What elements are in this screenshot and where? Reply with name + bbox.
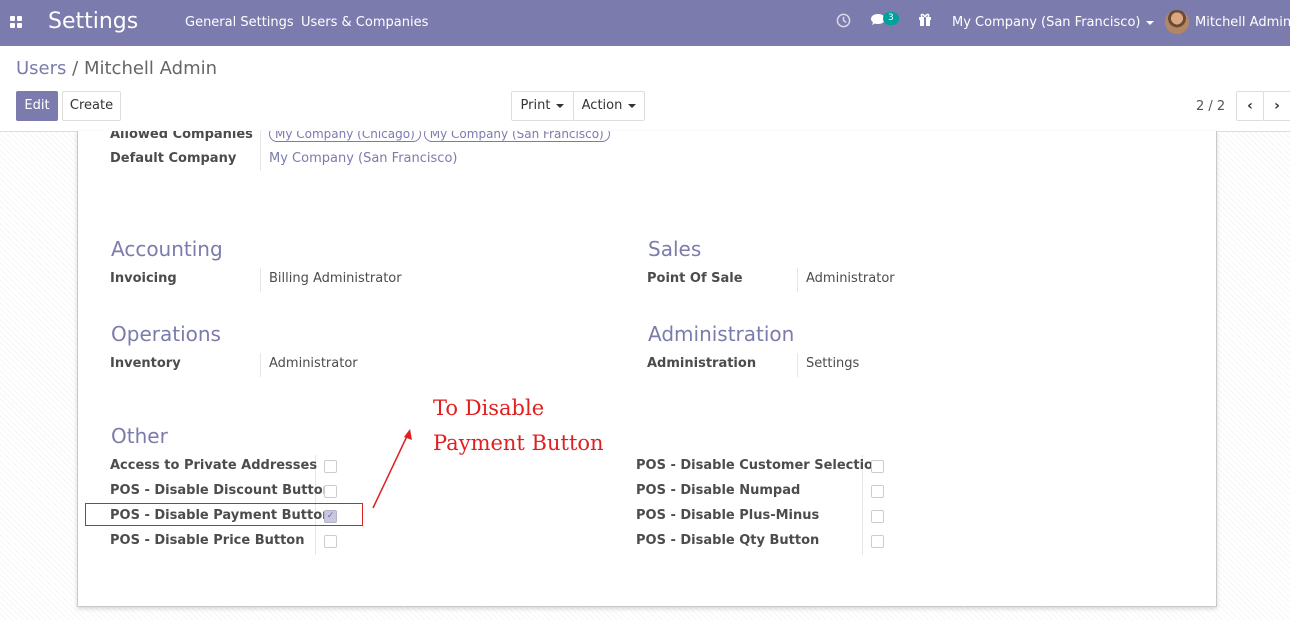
pager-next-button[interactable]: › (1263, 91, 1290, 121)
section-title-operations: Operations (111, 322, 221, 346)
clock-icon[interactable] (836, 13, 851, 32)
menu-general-settings[interactable]: General Settings (185, 15, 294, 30)
checkbox-disable-price-button[interactable] (324, 535, 337, 548)
action-button[interactable]: Action (573, 91, 645, 121)
other-left-label: POS - Disable Discount Button (110, 483, 332, 498)
section-title-accounting: Accounting (111, 237, 223, 261)
company-name: My Company (San Francisco) (952, 15, 1141, 30)
field-value-administration[interactable]: Settings (806, 356, 859, 371)
breadcrumb-current: Mitchell Admin (83, 58, 218, 79)
field-label-invoicing: Invoicing (110, 271, 177, 286)
menu-users-companies[interactable]: Users & Companies (301, 15, 428, 30)
other-right-label: POS - Disable Qty Button (636, 533, 820, 548)
annotation-highlight-box (85, 503, 363, 526)
checkbox-disable-plus-minus[interactable] (871, 510, 884, 523)
user-name: Mitchell Admin (1195, 15, 1290, 30)
field-value-invoicing[interactable]: Billing Administrator (269, 271, 402, 286)
allowed-companies-label: Allowed Companies (110, 131, 253, 142)
divider (260, 268, 261, 292)
default-company-label: Default Company (110, 151, 237, 166)
field-value-inventory[interactable]: Administrator (269, 356, 358, 371)
print-button[interactable]: Print (511, 91, 574, 121)
gift-icon[interactable] (918, 13, 932, 31)
create-button[interactable]: Create (62, 91, 121, 121)
chevron-down-icon (1146, 20, 1155, 25)
checkbox-disable-customer-selection[interactable] (871, 460, 884, 473)
action-label: Action (581, 98, 623, 113)
section-title-administration: Administration (648, 322, 795, 346)
other-right-label: POS - Disable Plus-Minus (636, 508, 820, 523)
checkbox-disable-numpad[interactable] (871, 485, 884, 498)
apps-grid-icon[interactable] (10, 16, 23, 29)
breadcrumb-users[interactable]: Users (16, 58, 66, 79)
field-label-administration: Administration (647, 356, 757, 371)
allowed-companies-tags[interactable]: My Company (Chicago) My Company (San Fran… (269, 131, 613, 142)
default-company-value[interactable]: My Company (San Francisco) (269, 151, 457, 166)
print-label: Print (520, 98, 551, 113)
annotation-text-line1: To Disable (433, 396, 545, 420)
app-title: Settings (48, 9, 139, 34)
other-left-label: Access to Private Addresses (110, 458, 318, 473)
chevron-down-icon (628, 103, 637, 108)
breadcrumb: Users / Mitchell Admin (16, 58, 217, 79)
field-label-inventory: Inventory (110, 356, 181, 371)
company-tag[interactable]: My Company (San Francisco) (423, 131, 610, 142)
other-right-label: POS - Disable Customer Selection (636, 458, 883, 473)
company-switcher[interactable]: My Company (San Francisco) (952, 15, 1155, 30)
divider (797, 353, 798, 377)
user-menu[interactable]: Mitchell Admin (1195, 15, 1290, 30)
other-right-label: POS - Disable Numpad (636, 483, 801, 498)
annotation-arrow-icon (372, 429, 412, 509)
checkbox-access-private-addresses[interactable] (324, 460, 337, 473)
edit-button[interactable]: Edit (16, 91, 58, 121)
annotation-text-line2: Payment Button (433, 431, 604, 455)
checkbox-disable-discount-button[interactable] (324, 485, 337, 498)
field-value-point-of-sale[interactable]: Administrator (806, 271, 895, 286)
chevron-right-icon: › (1274, 98, 1280, 114)
top-navbar: Settings General Settings Users & Compan… (0, 0, 1290, 46)
pager-value: 2 / 2 (1196, 99, 1226, 114)
breadcrumb-separator: / (72, 58, 79, 79)
divider (260, 131, 261, 171)
chevron-left-icon: ‹ (1247, 98, 1253, 114)
section-title-other: Other (111, 424, 168, 448)
checkbox-disable-qty-button[interactable] (871, 535, 884, 548)
section-title-sales: Sales (648, 237, 702, 261)
other-left-label: POS - Disable Price Button (110, 533, 305, 548)
divider (260, 353, 261, 377)
divider (797, 268, 798, 292)
field-label-point-of-sale: Point Of Sale (647, 271, 743, 286)
avatar[interactable] (1165, 10, 1189, 34)
pager-previous-button[interactable]: ‹ (1236, 91, 1264, 121)
chevron-down-icon (556, 103, 565, 108)
chat-badge: 3 (883, 12, 899, 25)
company-tag[interactable]: My Company (Chicago) (269, 131, 421, 142)
